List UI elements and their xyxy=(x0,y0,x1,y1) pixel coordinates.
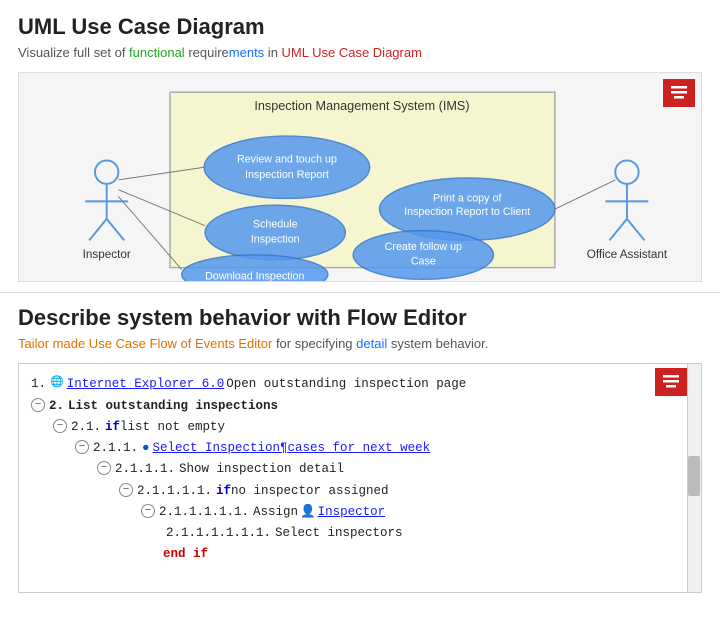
flow-num-2-1-1-1: 2.1.1.1. xyxy=(115,459,175,480)
flow-title: Describe system behavior with Flow Edito… xyxy=(18,305,702,331)
uml-subtitle: Visualize full set of functional require… xyxy=(18,44,702,62)
svg-text:Inspection Report: Inspection Report xyxy=(245,169,329,181)
ie-icon: 🌐 xyxy=(50,374,64,393)
subtitle-uml: UML Use Case Diagram xyxy=(282,45,422,60)
flow-editor-container: 1. 🌐 Internet Explorer 6.0 Open outstand… xyxy=(18,363,702,593)
flow-num-2-1-1-1-1: 2.1.1.1.1. xyxy=(137,481,212,502)
flow-content: 1. 🌐 Internet Explorer 6.0 Open outstand… xyxy=(19,364,701,575)
scrollbar-thumb[interactable] xyxy=(688,456,700,496)
subtitle-ments: ments xyxy=(229,45,264,60)
keyword-if-1: if xyxy=(105,417,120,438)
flow-num-1: 1. xyxy=(31,374,46,395)
flow-toolbar-icon xyxy=(661,372,681,392)
svg-text:Office Assistant: Office Assistant xyxy=(587,248,668,261)
svg-text:Inspection Report to Client: Inspection Report to Client xyxy=(404,206,530,218)
flow-text-2-1-1-1-1: no inspector assigned xyxy=(231,481,389,502)
flow-line-2-1-1-1-1-1: − 2.1.1.1.1.1. Assign 👤 Inspector xyxy=(141,502,693,523)
toolbar-icon xyxy=(669,83,689,103)
collapse-btn-2[interactable]: − xyxy=(31,398,45,412)
flow-subtitle: Tailor made Use Case Flow of Events Edit… xyxy=(18,335,702,353)
uml-diagram-container: Inspection Management System (IMS) Inspe… xyxy=(18,72,702,282)
flow-line-2-1-1-1: − 2.1.1.1. Show inspection detail xyxy=(97,459,693,480)
flow-line-2-1-1: − 2.1.1. ● Select Inspection¶cases for n… xyxy=(75,438,693,459)
flow-text-2-1-1-1: Show inspection detail xyxy=(179,459,344,480)
collapse-btn-2-1-1-1-1-1[interactable]: − xyxy=(141,504,155,518)
subtitle-functional: functional xyxy=(129,45,185,60)
flow-line-2: − 2. List outstanding inspections xyxy=(31,396,693,417)
toolbar-button[interactable] xyxy=(663,79,695,107)
svg-text:Print a copy of: Print a copy of xyxy=(433,193,501,205)
person-icon: 👤 xyxy=(300,502,316,523)
svg-text:Inspector: Inspector xyxy=(83,248,131,261)
svg-text:Case: Case xyxy=(411,256,436,268)
keyword-end-if: end if xyxy=(163,544,208,565)
collapse-btn-2-1-1-1[interactable]: − xyxy=(97,461,111,475)
ie-link[interactable]: Internet Explorer 6.0 xyxy=(67,374,225,395)
subtitle-detail: detail xyxy=(356,336,387,351)
svg-text:Schedule: Schedule xyxy=(253,219,298,231)
flow-text-1: Open outstanding inspection page xyxy=(226,374,466,395)
svg-text:Download Inspection: Download Inspection xyxy=(205,270,304,281)
bullet-icon: ● xyxy=(142,438,150,459)
keyword-if-2: if xyxy=(216,481,231,502)
subtitle-tailor: Tailor made Use Case Flow of Events Edit… xyxy=(18,336,272,351)
flow-num-2-1-1-1-1-1: 2.1.1.1.1.1. xyxy=(159,502,249,523)
svg-text:Create follow up: Create follow up xyxy=(385,241,462,253)
uml-section: UML Use Case Diagram Visualize full set … xyxy=(0,0,720,292)
collapse-btn-2-1-1-1-1[interactable]: − xyxy=(119,483,133,497)
flow-num-2-1-1: 2.1.1. xyxy=(93,438,138,459)
svg-text:Inspection Management System (: Inspection Management System (IMS) xyxy=(254,99,469,113)
flow-num-2-1: 2.1. xyxy=(71,417,101,438)
flow-line-2-1-1-1-1-1-1: 2.1.1.1.1.1.1. Select inspectors xyxy=(166,523,693,544)
assign-text: Assign xyxy=(253,502,298,523)
flow-line-2-1-1-1-1: − 2.1.1.1.1. if no inspector assigned xyxy=(119,481,693,502)
uml-svg: Inspection Management System (IMS) Inspe… xyxy=(19,73,701,281)
flow-num-2: 2. xyxy=(49,396,64,417)
svg-text:Review and touch up: Review and touch up xyxy=(237,154,337,166)
inspector-link[interactable]: Inspector xyxy=(318,502,386,523)
scrollbar-track[interactable] xyxy=(687,364,701,592)
flow-toolbar-button[interactable] xyxy=(655,368,687,396)
collapse-btn-2-1-1[interactable]: − xyxy=(75,440,89,454)
flow-line-1: 1. 🌐 Internet Explorer 6.0 Open outstand… xyxy=(31,374,693,395)
flow-section: Describe system behavior with Flow Edito… xyxy=(0,293,720,603)
flow-text-2-1: list not empty xyxy=(120,417,225,438)
collapse-btn-2-1[interactable]: − xyxy=(53,419,67,433)
flow-text-2: List outstanding inspections xyxy=(68,396,278,417)
flow-text-select: Select inspectors xyxy=(275,523,403,544)
flow-num-2-1-1-1-1-1-1: 2.1.1.1.1.1.1. xyxy=(166,523,271,544)
select-inspection-link[interactable]: Select Inspection¶cases for next week xyxy=(153,438,431,459)
flow-line-2-1: − 2.1. if list not empty xyxy=(53,417,693,438)
flow-line-end-if: end if xyxy=(163,544,693,565)
uml-title: UML Use Case Diagram xyxy=(18,14,702,40)
svg-text:Inspection: Inspection xyxy=(251,233,300,245)
